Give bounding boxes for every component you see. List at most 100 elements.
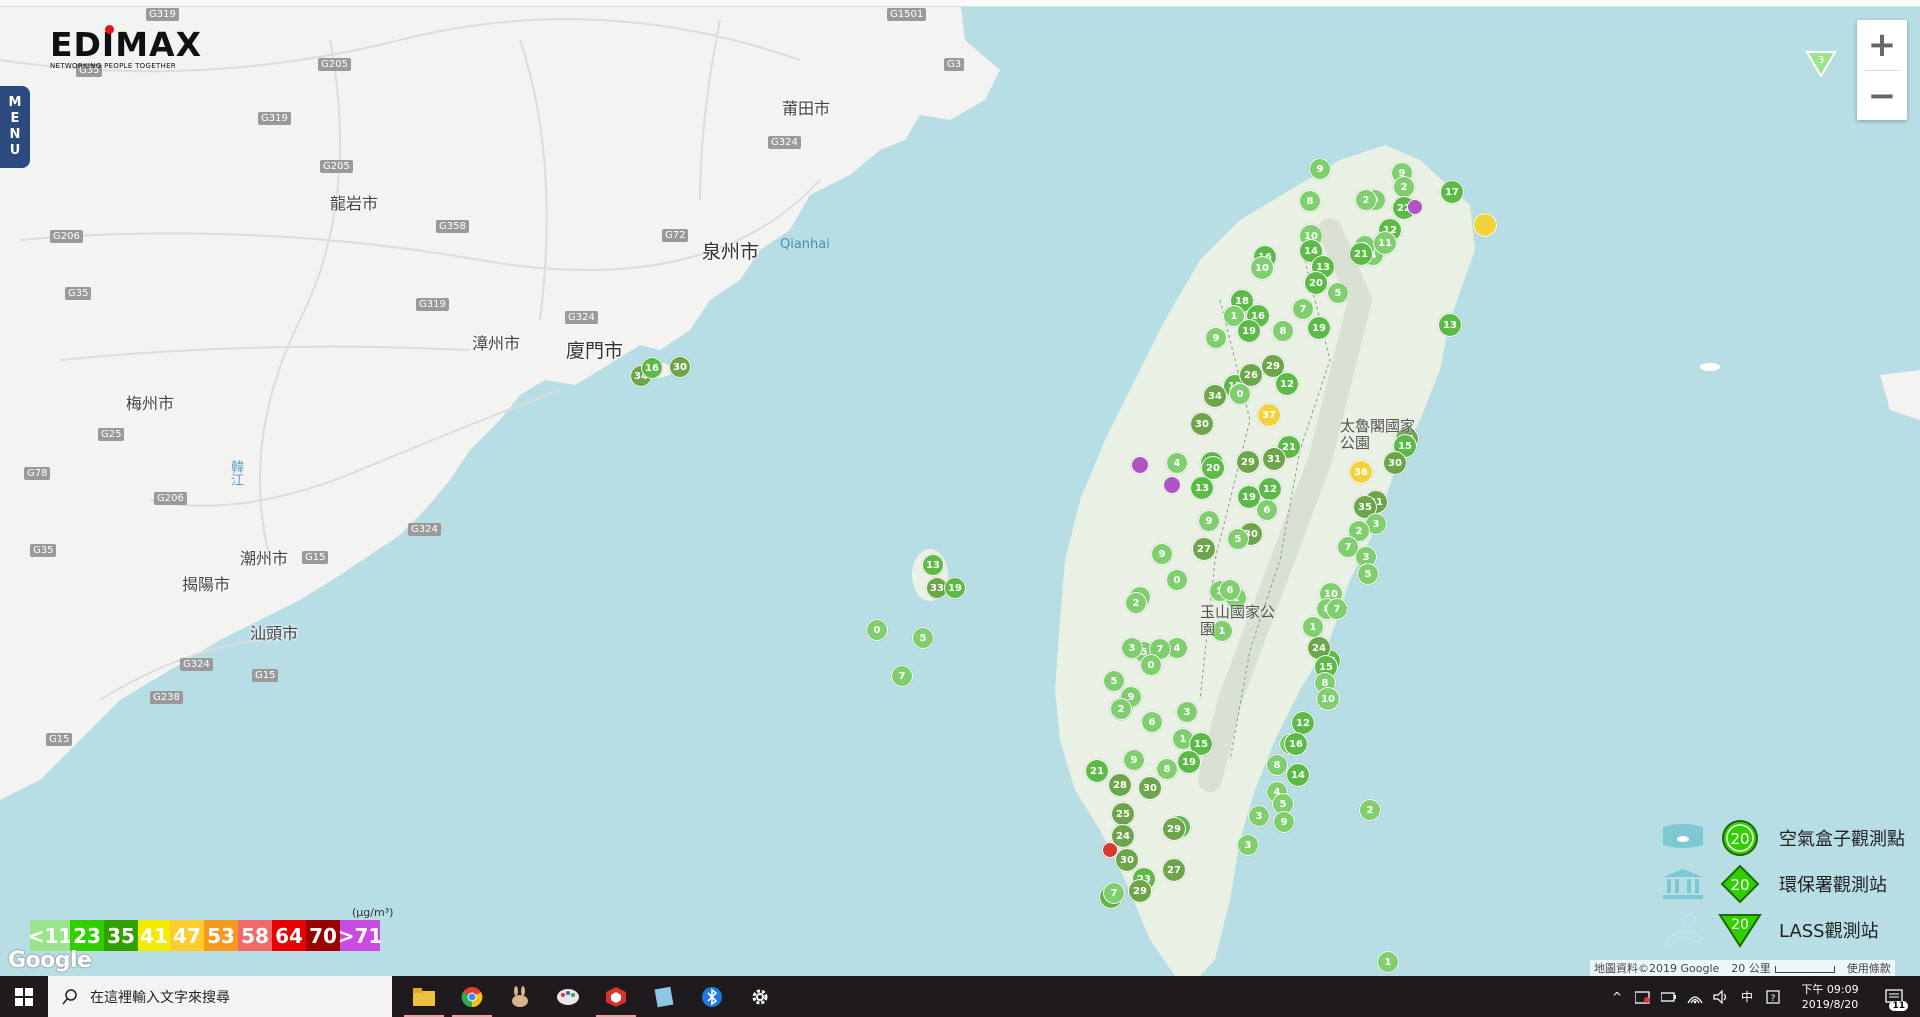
sensor-marker[interactable]: 5 [1327,282,1349,304]
start-button[interactable] [0,976,48,1017]
sensor-marker[interactable]: 5 [1357,563,1379,585]
sensor-marker[interactable]: 2 [1393,176,1415,198]
sensor-marker[interactable]: 9 [1123,749,1145,771]
sensor-marker[interactable]: 17 [1440,180,1464,204]
sensor-marker[interactable]: 30 [1190,412,1214,436]
menu-button[interactable]: M E N U [0,86,30,168]
terms-link[interactable]: 使用條款 [1847,960,1891,976]
sketchup-app[interactable] [592,976,640,1017]
sensor-marker[interactable]: 2 [1355,189,1377,211]
sensor-marker[interactable]: 30 [669,356,691,378]
sensor-marker[interactable]: 3 [1121,637,1143,659]
rabbit-app[interactable] [496,976,544,1017]
taskbar-search[interactable]: 在這裡輸入文字來搜尋 [48,976,392,1017]
sensor-marker[interactable]: 8 [1266,754,1288,776]
sensor-marker[interactable]: 30 [1115,848,1139,872]
sensor-marker[interactable]: 7 [891,665,913,687]
sensor-marker[interactable] [1163,476,1181,494]
sensor-marker[interactable]: 0 [1229,383,1251,405]
zoom-in-button[interactable]: + [1857,20,1907,70]
sensor-marker[interactable]: 34 [1203,384,1227,408]
notepad-app[interactable] [640,976,688,1017]
sensor-marker[interactable]: 7 [1292,298,1314,320]
sensor-marker[interactable]: 4 [1166,452,1188,474]
sensor-marker[interactable]: 29 [1162,817,1186,841]
sensor-marker[interactable]: 25 [1111,802,1135,826]
sensor-marker[interactable]: 19 [1307,316,1331,340]
bluetooth-app[interactable] [688,976,736,1017]
map-canvas[interactable]: 4807125902119131017212219216141013201816… [0,0,1920,976]
keyboard-icon[interactable]: ? [1764,988,1782,1006]
sensor-marker[interactable]: 16 [1284,732,1308,756]
sensor-marker[interactable]: 9 [1205,327,1227,349]
sensor-marker[interactable]: 8 [1156,758,1178,780]
sensor-marker[interactable]: 3 [1176,701,1198,723]
sensor-marker[interactable]: 29 [1236,450,1260,474]
sensor-marker[interactable]: 27 [1192,537,1216,561]
sensor-marker[interactable]: 1 [1302,616,1324,638]
google-logo[interactable]: Google [8,948,92,973]
sensor-marker[interactable]: 0 [1140,654,1162,676]
sensor-marker[interactable]: 1 [1377,951,1399,973]
sensor-marker[interactable]: 5 [1103,670,1125,692]
paint-app[interactable] [544,976,592,1017]
edimax-logo[interactable]: EDIMAX NETWORKING PEOPLE TOGETHER [50,25,201,70]
sensor-marker[interactable]: 6 [1141,711,1163,733]
sensor-marker[interactable]: 3 [1237,834,1259,856]
sensor-marker[interactable]: 9 [1309,158,1331,180]
ime-indicator[interactable]: 中 [1738,988,1756,1006]
sensor-marker[interactable]: 19 [944,577,966,599]
battery-icon[interactable] [1660,988,1678,1006]
sensor-marker[interactable]: 6 [1219,579,1241,601]
sensor-marker[interactable]: 2 [1359,799,1381,821]
sensor-marker[interactable]: 2 [1125,592,1147,614]
sensor-marker[interactable]: 30 [1138,776,1162,800]
sensor-marker[interactable]: 13 [1438,313,1462,337]
sensor-marker[interactable]: 21 [1085,759,1109,783]
sensor-marker[interactable]: 37 [1257,403,1281,427]
sensor-marker[interactable]: 20 [1304,271,1328,295]
sensor-marker[interactable]: 5 [912,627,934,649]
sensor-marker[interactable]: 7 [1337,536,1359,558]
sensor-marker[interactable]: 7 [1103,882,1125,904]
system-clock[interactable]: 下午 09:09 2019/8/20 [1790,982,1870,1012]
sensor-marker[interactable] [1131,456,1149,474]
map-scale[interactable]: 20 公里 [1731,960,1835,976]
sensor-marker[interactable]: 29 [1128,879,1152,903]
file-explorer-app[interactable] [400,976,448,1017]
sensor-marker[interactable]: 30 [1383,451,1407,475]
sensor-marker[interactable]: 10 [1316,687,1340,711]
sensor-marker[interactable]: 8 [1272,320,1294,342]
sensor-marker[interactable]: 36 [1349,460,1373,484]
sensor-marker[interactable]: 9 [1273,811,1295,833]
sensor-marker[interactable]: 5 [1227,528,1249,550]
sensor-marker[interactable]: 10 [1250,256,1274,280]
sensor-marker[interactable]: 13 [1190,476,1214,500]
sensor-marker[interactable] [1407,199,1423,215]
sensor-marker[interactable]: 21 [1349,242,1373,266]
sensor-marker[interactable] [1473,213,1497,237]
sensor-marker[interactable]: 28 [1108,773,1132,797]
sensor-marker[interactable]: 19 [1177,750,1201,774]
settings-app[interactable] [736,976,784,1017]
sensor-marker[interactable]: 31 [1262,447,1286,471]
map-data-credit[interactable]: 地圖資料©2019 Google [1594,960,1719,976]
sensor-marker[interactable]: 7 [1326,598,1348,620]
sensor-marker[interactable]: 6 [1256,499,1278,521]
sensor-marker[interactable]: 9 [1198,510,1220,532]
sensor-marker[interactable]: 8 [1299,190,1321,212]
zoom-out-button[interactable]: − [1857,71,1907,121]
sensor-marker[interactable]: 16 [641,357,663,379]
sensor-marker[interactable]: 14 [1286,763,1310,787]
sensor-marker[interactable]: 0 [1166,569,1188,591]
sensor-marker[interactable]: 11 [1373,231,1397,255]
security-icon[interactable] [1634,988,1652,1006]
chevron-up-icon[interactable]: ^ [1608,988,1626,1006]
action-center-button[interactable]: 11 [1878,976,1910,1017]
sensor-marker[interactable]: 27 [1162,858,1186,882]
sensor-marker[interactable]: 13 [922,554,944,576]
sensor-marker[interactable]: 12 [1275,372,1299,396]
sensor-marker[interactable]: 2 [1110,698,1132,720]
sensor-marker[interactable]: 19 [1237,319,1261,343]
sensor-marker[interactable] [1102,842,1118,858]
